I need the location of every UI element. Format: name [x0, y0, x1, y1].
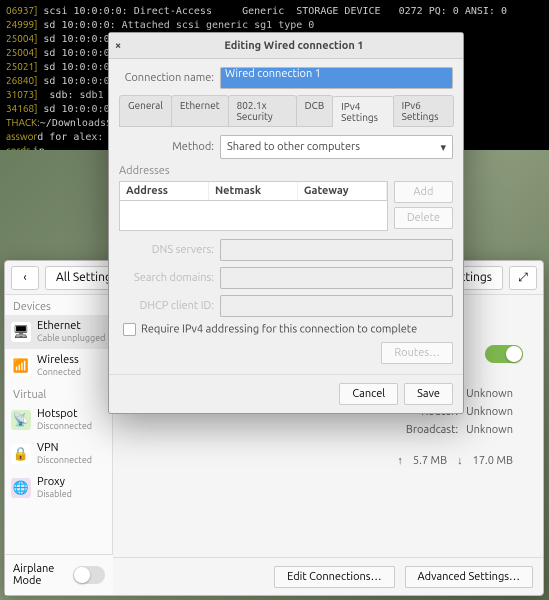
sidebar-item-label: VPN — [37, 442, 92, 454]
search-domains-input — [220, 267, 453, 289]
connection-name-input[interactable]: Wired connection 1 — [220, 67, 453, 89]
delete-button[interactable]: Delete — [394, 207, 453, 229]
sidebar-item-status: Disconnected — [37, 420, 92, 432]
sidebar-item-ethernet[interactable]: 🖥 EthernetCable unplugged — [5, 315, 112, 349]
address-table-body[interactable] — [119, 201, 388, 231]
cancel-button[interactable]: Cancel — [339, 383, 398, 405]
sidebar-item-label: Hotspot — [37, 408, 92, 420]
dhcp-label: DHCP client ID: — [119, 300, 214, 312]
sidebar-item-vpn[interactable]: 🔒 VPNDisconnected — [5, 437, 112, 471]
sidebar-item-status: Disconnected — [37, 454, 92, 466]
download-icon: ↓ — [457, 455, 463, 467]
maximize-button[interactable]: ⤢ — [509, 266, 537, 290]
download-value: 17.0 MB — [473, 455, 513, 467]
dialog-titlebar: × Editing Wired connection 1 — [109, 33, 463, 59]
airplane-mode-toggle[interactable] — [73, 566, 105, 584]
chevron-down-icon: ▾ — [440, 141, 446, 154]
tab-dcb[interactable]: DCB — [296, 95, 334, 126]
upload-icon: ↑ — [397, 455, 403, 467]
search-domains-label: Search domains: — [119, 272, 214, 284]
dhcp-input — [220, 295, 453, 317]
require-ipv4-row[interactable]: Require IPv4 addressing for this connect… — [123, 323, 453, 336]
ethernet-icon: 🖥 — [11, 322, 31, 342]
method-value: Shared to other computers — [227, 141, 360, 153]
network-stats: ↑ 5.7 MB ↓ 17.0 MB — [397, 455, 513, 467]
method-select[interactable]: Shared to other computers ▾ — [220, 135, 453, 159]
wireless-icon: 📶 — [11, 356, 31, 376]
col-netmask: Netmask — [209, 182, 298, 200]
dns-input — [220, 239, 453, 261]
tab-bar: GeneralEthernet802.1x SecurityDCBIPv4 Se… — [119, 95, 453, 127]
section-virtual: Virtual — [5, 383, 112, 403]
section-devices: Devices — [5, 295, 112, 315]
dns-label: DNS servers: — [119, 244, 214, 256]
col-address: Address — [120, 182, 209, 200]
sidebar-item-hotspot[interactable]: 📡 HotspotDisconnected — [5, 403, 112, 437]
col-gateway: Gateway — [298, 182, 387, 200]
dialog-title: Editing Wired connection 1 — [131, 40, 457, 52]
upload-value: 5.7 MB — [413, 455, 447, 467]
sidebar-item-wireless[interactable]: 📶 WirelessConnected — [5, 349, 112, 383]
proxy-icon: 🌐 — [11, 478, 31, 498]
sidebar-item-label: Proxy — [37, 476, 72, 488]
method-label: Method: — [119, 141, 214, 153]
sidebar-item-status: Cable unplugged — [37, 332, 105, 344]
routes-button[interactable]: Routes… — [381, 342, 453, 364]
hotspot-icon: 📡 — [11, 410, 31, 430]
info-value: Unknown — [466, 385, 513, 403]
tab-802-1x-security[interactable]: 802.1x Security — [228, 95, 297, 126]
tab-general[interactable]: General — [119, 95, 172, 126]
add-button[interactable]: Add — [394, 181, 453, 203]
network-sidebar: Devices 🖥 EthernetCable unplugged 📶 Wireles… — [5, 295, 113, 595]
info-value: Unknown — [466, 421, 513, 439]
tab-ethernet[interactable]: Ethernet — [171, 95, 229, 126]
airplane-mode-label: Airplane Mode — [13, 563, 73, 587]
advanced-settings-button[interactable]: Advanced Settings… — [405, 566, 533, 588]
sidebar-item-label: Wireless — [37, 354, 81, 366]
edit-connections-button[interactable]: Edit Connections… — [274, 566, 394, 588]
connection-name-label: Connection name: — [119, 72, 214, 84]
vpn-icon: 🔒 — [11, 444, 31, 464]
require-ipv4-label: Require IPv4 addressing for this connect… — [141, 323, 417, 335]
sidebar-item-status: Disabled — [37, 488, 72, 500]
address-table-header: AddressNetmaskGateway — [119, 181, 388, 201]
save-button[interactable]: Save — [404, 383, 453, 405]
back-button[interactable]: ‹ — [11, 266, 39, 290]
sidebar-item-status: Connected — [37, 366, 81, 378]
close-icon[interactable]: × — [115, 40, 131, 52]
info-label: Broadcast: — [368, 421, 458, 439]
airplane-mode-row: Airplane Mode — [5, 554, 113, 595]
require-ipv4-checkbox[interactable] — [123, 323, 136, 336]
tab-ipv6-settings[interactable]: IPv6 Settings — [393, 95, 454, 126]
tab-ipv4-settings[interactable]: IPv4 Settings — [332, 96, 393, 127]
info-value: Unknown — [466, 403, 513, 421]
edit-connection-dialog: × Editing Wired connection 1 Connection … — [108, 32, 464, 414]
addresses-label: Addresses — [119, 165, 453, 177]
sidebar-item-label: Ethernet — [37, 320, 105, 332]
ethernet-toggle[interactable] — [485, 345, 523, 363]
sidebar-item-proxy[interactable]: 🌐 ProxyDisabled — [5, 471, 112, 505]
